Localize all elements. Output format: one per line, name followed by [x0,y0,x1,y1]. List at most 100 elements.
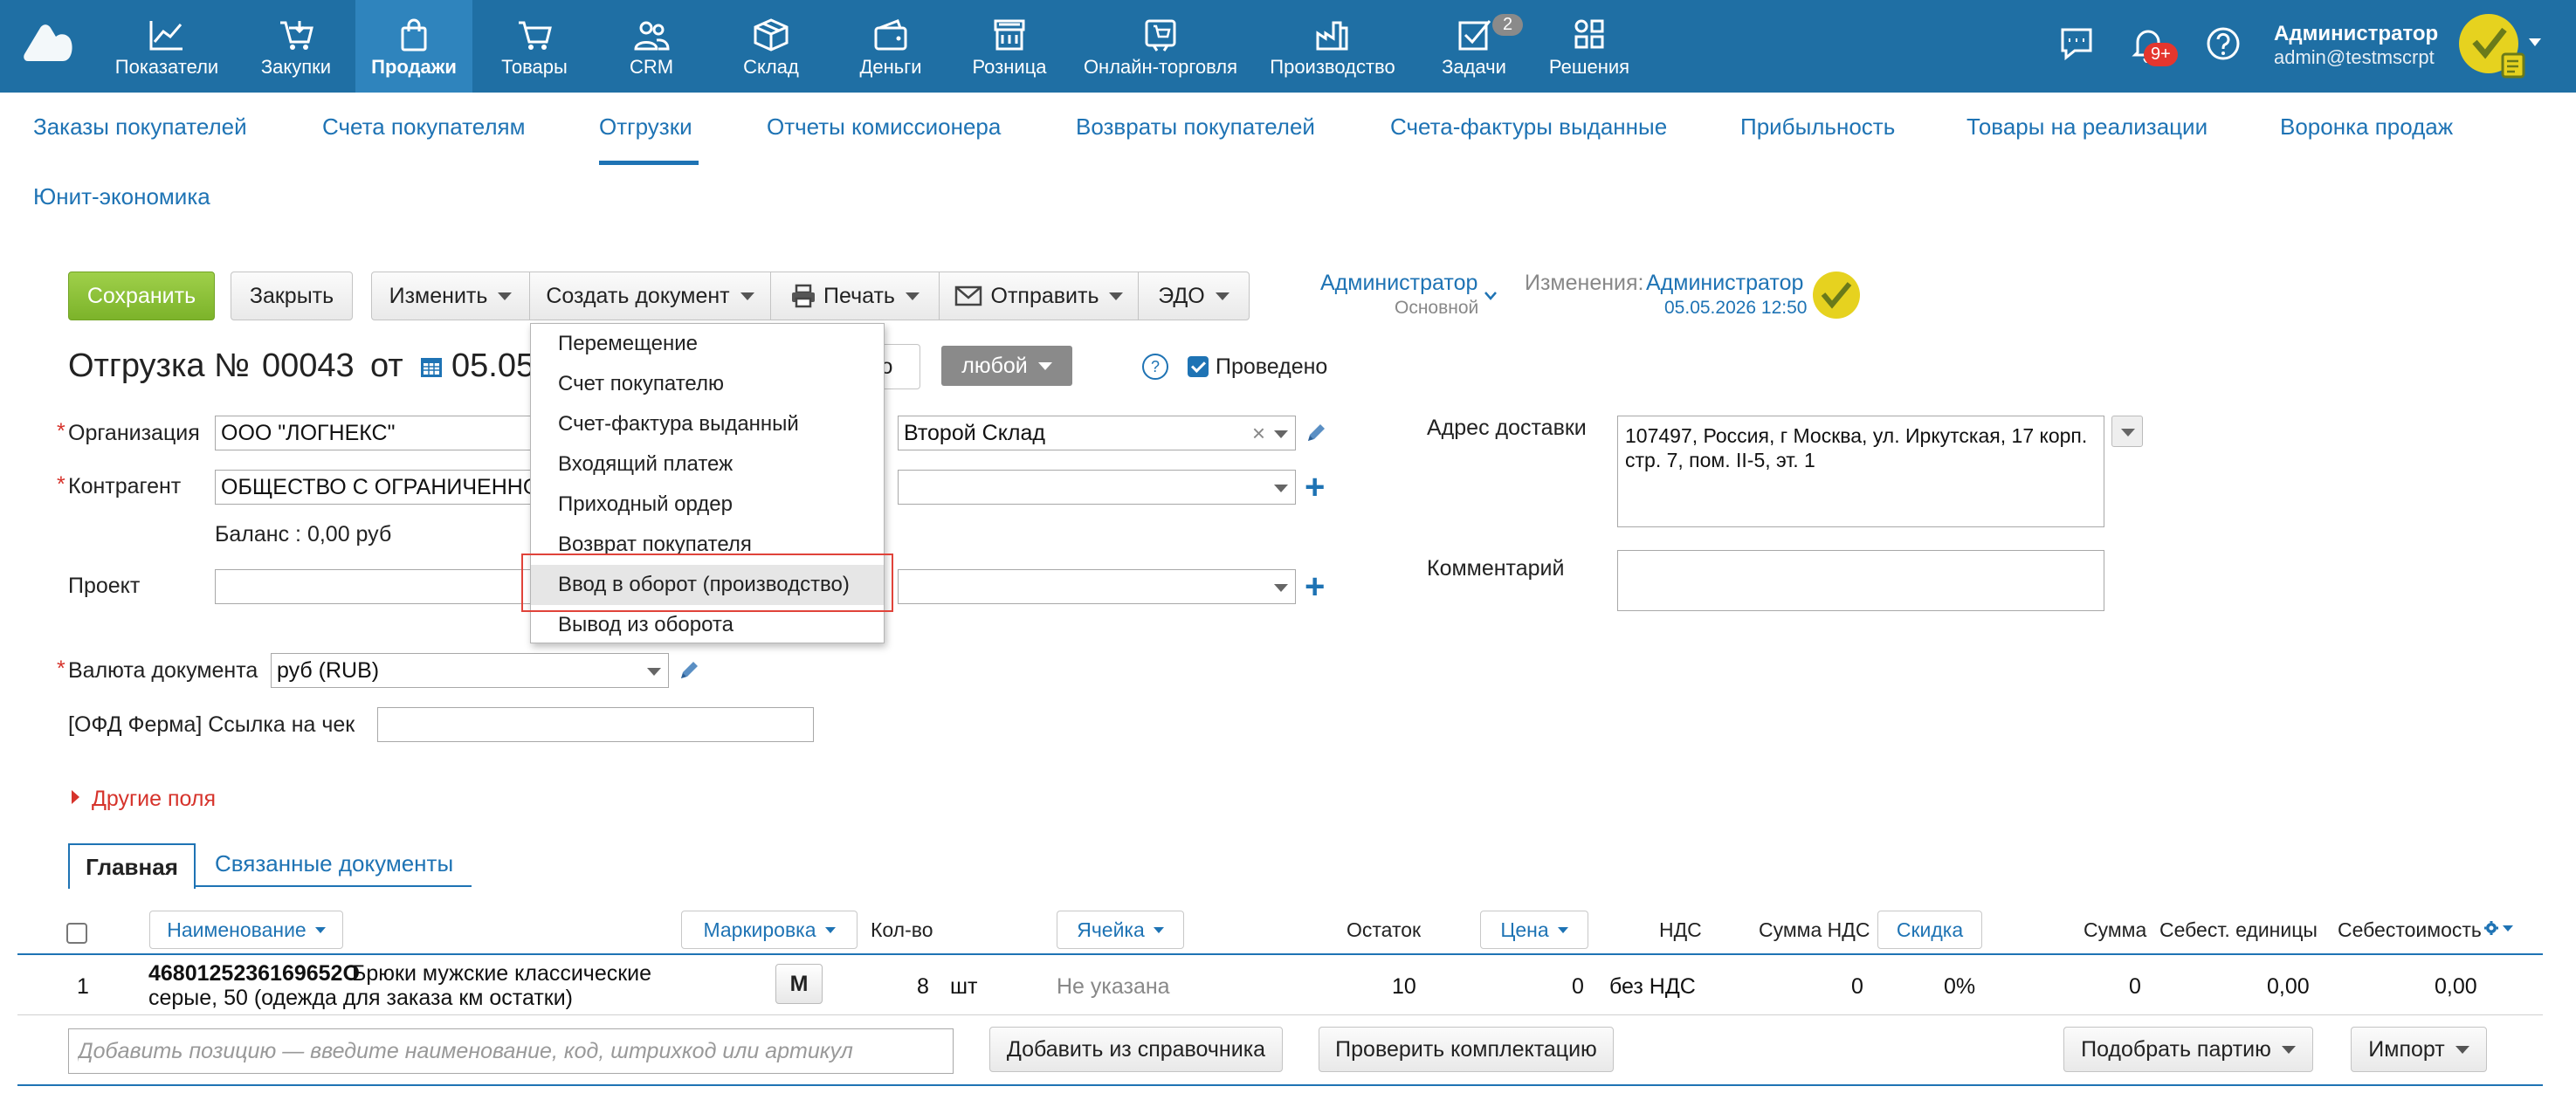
other-fields-toggle[interactable]: Другие поля [72,787,216,812]
subnav-customer-returns[interactable]: Возвраты покупателей [1076,113,1315,141]
currency-field[interactable]: руб (RUB) [271,653,669,688]
row-price[interactable]: 0 [1572,974,1584,1000]
changes-author[interactable]: Администратор [1646,271,1803,296]
nav-item-solutions[interactable]: Решения [1539,0,1640,93]
project-field[interactable] [215,569,538,604]
create-document-button[interactable]: Создать документ [529,272,771,320]
menu-item-incoming-payment[interactable]: Входящий платеж [531,444,884,485]
subnav-consignment-goods[interactable]: Товары на реализации [1966,113,2208,141]
menu-item-cash-receipt[interactable]: Приходный ордер [531,485,884,525]
status-select[interactable]: любой [941,346,1072,386]
column-settings-gear-icon[interactable] [2483,920,2515,938]
add-from-reference-button[interactable]: Добавить из справочника [989,1027,1283,1072]
col-discount-header[interactable]: Скидка [1877,911,1982,949]
app-logo-icon[interactable] [23,21,75,66]
warehouse-field[interactable]: Второй Склад × [898,416,1296,450]
chevron-down-icon[interactable] [1274,584,1288,592]
chevron-down-icon [824,926,836,933]
address-dropdown-button[interactable] [2111,416,2143,447]
nav-item-sales[interactable]: Продажи [355,0,472,93]
clear-icon[interactable]: × [1252,420,1265,447]
col-sum-header: Сумма [2084,918,2147,941]
edit-pencil-icon[interactable] [678,659,700,682]
nav-item-warehouse[interactable]: Склад [716,0,826,93]
tab-related-label: Связанные документы [215,850,454,877]
col-cell-header[interactable]: Ячейка [1057,911,1184,949]
marking-button[interactable]: М [775,964,823,1004]
row-qty[interactable]: 8 [917,974,929,1000]
pick-batch-button[interactable]: Подобрать партию [2063,1027,2313,1072]
contract-field[interactable] [898,470,1296,505]
calendar-icon[interactable] [419,354,444,379]
col-price-header[interactable]: Цена [1480,911,1588,949]
owner-chevron-icon[interactable] [1484,292,1497,300]
user-name[interactable]: Администратор [2274,22,2438,46]
tab-main[interactable]: Главная [68,843,196,889]
org-field[interactable]: ООО "ЛОГНЕКС" [215,416,538,450]
nav-item-products[interactable]: Товары [483,0,586,93]
nav-item-online-trade[interactable]: Онлайн-торговля [1076,0,1245,93]
currency-value: руб (RUB) [277,658,380,683]
user-menu-chevron-icon[interactable] [2529,38,2541,47]
add-plus-icon[interactable]: + [1305,470,1325,505]
send-button[interactable]: Отправить [939,272,1139,320]
save-button[interactable]: Сохранить [68,272,215,320]
menu-item-transfer[interactable]: Перемещение [531,324,884,364]
check-kit-button[interactable]: Проверить комплектацию [1319,1027,1614,1072]
edo-button[interactable]: ЭДО [1138,272,1250,320]
row-cell[interactable]: Не указана [1057,974,1170,1000]
subnav-profitability[interactable]: Прибыльность [1740,113,1895,141]
nav-item-money[interactable]: Деньги [837,0,945,93]
ofd-link-field[interactable] [377,707,814,742]
row-discount[interactable]: 0% [1944,974,1975,1000]
nav-item-retail[interactable]: Розница [955,0,1064,93]
import-button[interactable]: Импорт [2351,1027,2487,1072]
sales-channel-field[interactable] [898,569,1296,604]
doc-date[interactable]: 05.05 [451,347,534,385]
print-button[interactable]: Печать [770,272,940,320]
subnav-customer-invoices[interactable]: Счета покупателям [322,113,525,141]
row-product-name-line2[interactable]: серые, 50 (одежда для заказа км остатки) [148,986,573,1011]
col-cost-header: Себестоимость [2338,918,2482,941]
subnav-shipments[interactable]: Отгрузки [599,113,692,141]
add-position-input[interactable] [68,1028,954,1074]
subnav-sales-funnel[interactable]: Воронка продаж [2280,113,2453,141]
owner-name[interactable]: Администратор [1320,271,1477,296]
col-marking-header[interactable]: Маркировка [681,911,858,949]
add-plus-icon[interactable]: + [1305,569,1325,604]
help-circle-icon[interactable]: ? [1141,353,1169,381]
row-product-name-line1[interactable]: Брюки мужские классические [352,961,651,987]
contractor-field[interactable]: ОБЩЕСТВО С ОГРАНИЧЕННОЙ [215,470,538,505]
col-name-header[interactable]: Наименование [149,911,343,949]
subnav-customer-orders[interactable]: Заказы покупателей [33,113,247,141]
row-product-code[interactable]: 4680125236169652О [148,961,360,987]
subnav-commissioner-reports[interactable]: Отчеты комиссионера [767,113,1001,141]
chevron-down-icon[interactable] [647,668,661,676]
subnav-issued-invoices[interactable]: Счета-фактуры выданные [1390,113,1667,141]
doc-number[interactable]: 00043 [262,347,355,385]
chevron-down-icon[interactable] [1274,430,1288,438]
tab-related-documents[interactable]: Связанные документы [196,847,472,887]
posted-checkbox[interactable] [1188,356,1209,377]
delivery-address-field[interactable]: 107497, Россия, г Москва, ул. Иркутская,… [1617,416,2104,527]
comment-field[interactable] [1617,550,2104,611]
nav-item-indicators[interactable]: Показатели [98,0,236,93]
subnav-unit-economics[interactable]: Юнит-экономика [33,183,210,210]
user-avatar[interactable] [2457,10,2527,80]
menu-item-issued-invoice[interactable]: Счет-фактура выданный [531,404,884,444]
row-vat[interactable]: без НДС [1609,974,1696,1000]
menu-item-customer-invoice[interactable]: Счет покупателю [531,364,884,404]
select-all-checkbox[interactable] [66,923,87,944]
edit-pencil-icon[interactable] [1305,422,1327,444]
chat-icon[interactable] [2057,24,2096,63]
author-avatar [1813,272,1860,319]
nav-item-crm[interactable]: CRM [599,0,704,93]
close-button[interactable]: Закрыть [231,272,353,320]
edit-button[interactable]: Изменить [371,272,530,320]
project-label: Проект [68,574,141,598]
nav-item-purchases[interactable]: Закупки [246,0,346,93]
chevron-down-icon[interactable] [1274,485,1288,492]
help-circle-icon[interactable] [2204,24,2242,63]
nav-item-tasks[interactable]: Задачи 2 [1429,0,1524,93]
nav-item-production[interactable]: Производство [1263,0,1402,93]
